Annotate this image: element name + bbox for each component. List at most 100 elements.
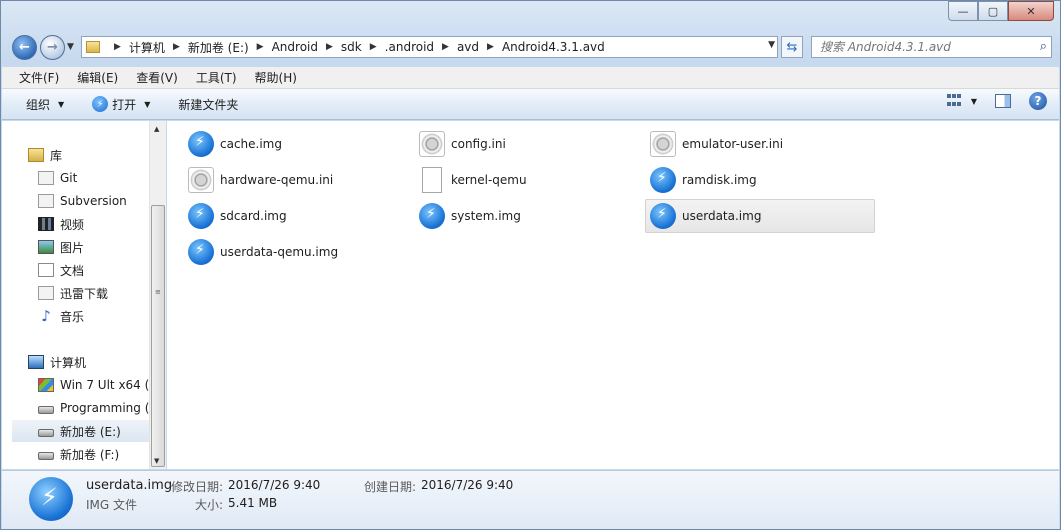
- settings-file-icon: [419, 131, 445, 157]
- sidebar-item-git[interactable]: Git: [38, 167, 165, 189]
- file-name: cache.img: [220, 137, 282, 151]
- drive-icon: [38, 429, 54, 437]
- file-item[interactable]: kernel-qemu: [398, 163, 628, 197]
- sidebar-item-pictures[interactable]: 图片: [38, 236, 165, 258]
- command-bar: 组织 ▼ ⚡ 打开 ▼ 新建文件夹 ▼ ?: [2, 89, 1059, 120]
- file-name: emulator-user.ini: [682, 137, 784, 151]
- sidebar-item-subversion[interactable]: Subversion: [38, 190, 165, 212]
- chevron-right-icon[interactable]: ▶: [257, 42, 264, 52]
- help-icon[interactable]: ?: [1029, 92, 1047, 110]
- maximize-button[interactable]: ▢: [978, 1, 1008, 21]
- chevron-down-icon: ▼: [144, 99, 151, 109]
- sidebar-item-label: Git: [60, 171, 78, 185]
- scroll-down-icon[interactable]: ▼: [154, 457, 159, 465]
- organize-button[interactable]: 组织 ▼: [18, 92, 72, 116]
- address-bar[interactable]: ▶ 计算机 ▶ 新加卷 (E:) ▶ Android ▶ sdk ▶ .andr…: [81, 36, 778, 58]
- chevron-right-icon[interactable]: ▶: [114, 42, 121, 52]
- file-item-selected[interactable]: userdata.img: [645, 199, 875, 233]
- sidebar-item-xunlei[interactable]: 迅雷下载: [38, 282, 165, 304]
- menu-tools[interactable]: 工具(T): [187, 69, 246, 86]
- chevron-right-icon[interactable]: ▶: [173, 42, 180, 52]
- daemon-tools-icon: [419, 203, 445, 229]
- file-name: hardware-qemu.ini: [220, 173, 334, 187]
- scrollbar-thumb[interactable]: [151, 205, 165, 467]
- change-view-icon[interactable]: [946, 94, 963, 108]
- details-pane: userdata.img IMG 文件 修改日期: 2016/7/26 9:40…: [2, 470, 1059, 529]
- file-item[interactable]: userdata-qemu.img: [167, 235, 397, 269]
- details-file-type: IMG 文件: [86, 498, 138, 512]
- file-item[interactable]: cache.img: [167, 127, 397, 161]
- daemon-tools-icon: [650, 167, 676, 193]
- sidebar-item-computer[interactable]: 计算机: [28, 351, 165, 373]
- sidebar-item-library[interactable]: 库: [28, 144, 165, 166]
- breadcrumb-drive-e[interactable]: 新加卷 (E:): [188, 39, 249, 56]
- sidebar-item-label: 图片: [60, 240, 85, 255]
- file-name: ramdisk.img: [682, 173, 757, 187]
- sidebar-item-music[interactable]: ♪ 音乐: [38, 305, 165, 327]
- sidebar-item-documents[interactable]: 文档: [38, 259, 165, 281]
- sidebar-item-drive-c[interactable]: Win 7 Ult x64 (C: [38, 374, 165, 396]
- sidebar-item-drive-f[interactable]: 新加卷 (F:): [38, 443, 165, 465]
- file-item[interactable]: sdcard.img: [167, 199, 397, 233]
- file-name: sdcard.img: [220, 209, 287, 223]
- scroll-up-icon[interactable]: ▲: [154, 125, 159, 133]
- sidebar-item-label: 计算机: [50, 355, 87, 370]
- breadcrumb-computer[interactable]: 计算机: [129, 39, 165, 56]
- new-folder-button[interactable]: 新建文件夹: [170, 92, 246, 116]
- sidebar-item-videos[interactable]: 视频: [38, 213, 165, 235]
- file-item[interactable]: hardware-qemu.ini: [167, 163, 397, 197]
- open-button[interactable]: ⚡ 打开 ▼: [84, 92, 158, 116]
- breadcrumb-android[interactable]: Android: [272, 40, 318, 54]
- address-dropdown-icon[interactable]: ▼: [768, 40, 775, 50]
- sidebar-item-label: Programming (: [60, 401, 150, 415]
- preview-pane-icon[interactable]: [995, 94, 1011, 108]
- computer-icon: [28, 355, 44, 369]
- chevron-right-icon[interactable]: ▶: [487, 42, 494, 52]
- chevron-right-icon[interactable]: ▶: [370, 42, 377, 52]
- chevron-down-icon: ▼: [58, 99, 65, 109]
- file-item[interactable]: ramdisk.img: [629, 163, 859, 197]
- sidebar-item-label: 新加卷 (E:): [60, 424, 121, 439]
- file-item[interactable]: emulator-user.ini: [629, 127, 859, 161]
- refresh-button[interactable]: ⇆: [781, 36, 803, 58]
- breadcrumb-avd[interactable]: avd: [457, 40, 479, 54]
- file-item[interactable]: config.ini: [398, 127, 628, 161]
- details-file-name: userdata.img: [86, 478, 173, 493]
- menu-edit[interactable]: 编辑(E): [68, 69, 127, 86]
- chevron-right-icon[interactable]: ▶: [326, 42, 333, 52]
- file-name: userdata-qemu.img: [220, 245, 339, 259]
- music-icon: ♪: [41, 307, 51, 325]
- breadcrumb-dot-android[interactable]: .android: [385, 40, 434, 54]
- folder-icon: [86, 41, 100, 53]
- navigation-scrollbar[interactable]: ▲ ≡ ▼: [149, 121, 166, 469]
- daemon-tools-icon: [188, 203, 214, 229]
- details-size-value: 5.41 MB: [228, 496, 278, 510]
- details-created-value: 2016/7/26 9:40: [421, 478, 514, 492]
- forward-button[interactable]: →: [40, 35, 65, 60]
- details-created-label: 创建日期:: [364, 480, 417, 494]
- breadcrumb-android4-3-1-avd[interactable]: Android4.3.1.avd: [502, 40, 605, 54]
- sidebar-item-drive-programming[interactable]: Programming (: [38, 397, 165, 419]
- close-button[interactable]: ✕: [1008, 1, 1054, 21]
- xunlei-folder-icon: [38, 286, 54, 300]
- file-item[interactable]: system.img: [398, 199, 628, 233]
- search-input[interactable]: [820, 40, 1020, 54]
- refresh-icon: ⇆: [786, 39, 798, 55]
- sidebar-item-drive-e[interactable]: 新加卷 (E:): [12, 420, 160, 442]
- menu-file[interactable]: 文件(F): [10, 69, 68, 86]
- breadcrumb-sdk[interactable]: sdk: [341, 40, 362, 54]
- menu-view[interactable]: 查看(V): [127, 69, 187, 86]
- back-button[interactable]: ←: [12, 35, 37, 60]
- minimize-button[interactable]: —: [948, 1, 978, 21]
- sidebar-item-label: 文档: [60, 263, 85, 278]
- recent-pages-dropdown[interactable]: ▼: [67, 42, 74, 52]
- chevron-down-icon[interactable]: ▼: [971, 97, 977, 106]
- search-icon[interactable]: ⌕: [1040, 39, 1047, 54]
- menu-help[interactable]: 帮助(H): [246, 69, 306, 86]
- drive-icon: [38, 452, 54, 460]
- chevron-right-icon[interactable]: ▶: [442, 42, 449, 52]
- sidebar-item-label: 音乐: [60, 309, 85, 324]
- search-box[interactable]: ⌕: [811, 36, 1052, 58]
- navigation-pane: 库 Git Subversion 视频 图片 文档 迅雷下载 ♪ 音乐 计算机 …: [2, 121, 166, 469]
- sidebar-item-label: 新加卷 (F:): [60, 447, 120, 462]
